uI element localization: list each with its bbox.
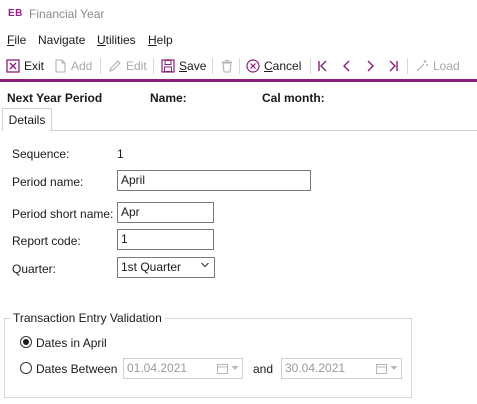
cancel-icon <box>246 59 260 73</box>
sequence-value: 1 <box>117 147 124 161</box>
quarter-label: Quarter: <box>12 262 57 276</box>
last-record-icon <box>389 60 398 72</box>
calendar-icon <box>376 364 387 374</box>
date-from-field[interactable]: 01.04.2021 <box>123 358 243 379</box>
dates-between-label: Dates Between <box>36 362 118 376</box>
period-short-name-label: Period short name: <box>12 207 114 221</box>
next-record-button[interactable] <box>363 57 377 75</box>
quarter-select[interactable]: 1st Quarter <box>117 257 215 278</box>
trash-icon <box>222 59 232 73</box>
chevron-down-icon <box>390 366 398 370</box>
and-label: and <box>253 362 274 376</box>
last-record-button[interactable] <box>386 57 400 75</box>
quarter-select-value: 1st Quarter <box>121 260 182 274</box>
tab-underline <box>50 130 477 131</box>
edit-button[interactable]: Edit <box>108 57 147 75</box>
dates-between-radio[interactable] <box>20 362 32 374</box>
edit-label: Edit <box>126 59 147 73</box>
period-heading: Next Year Period <box>7 91 103 105</box>
report-code-label: Report code: <box>12 234 81 248</box>
chevron-right-icon <box>367 60 374 72</box>
toolbar-separator <box>407 58 408 74</box>
exit-label: Exit <box>24 59 45 73</box>
load-button[interactable]: Load <box>415 57 460 75</box>
toolbar-separator <box>212 58 213 74</box>
first-record-button[interactable] <box>316 57 330 75</box>
dates-in-month-label: Dates in April <box>36 336 107 350</box>
menu-navigate[interactable]: Navigate <box>38 33 85 47</box>
chevron-down-icon <box>231 366 239 370</box>
exit-button[interactable]: Exit <box>6 57 44 75</box>
pencil-icon <box>109 60 121 72</box>
save-icon <box>161 59 175 73</box>
first-record-icon <box>318 60 327 72</box>
save-button[interactable]: Save <box>161 57 206 75</box>
menu-file[interactable]: File <box>7 33 26 47</box>
accent-divider <box>0 79 477 82</box>
period-short-name-field[interactable]: Apr <box>117 202 214 223</box>
name-heading: Name: <box>150 91 187 105</box>
menu-utilities[interactable]: Utilities <box>97 33 136 47</box>
date-to-field[interactable]: 30.04.2021 <box>281 358 402 379</box>
calendar-icon <box>217 364 228 374</box>
add-label: Add <box>71 59 93 73</box>
cal-month-heading: Cal month: <box>262 91 325 105</box>
load-label: Load <box>433 59 460 73</box>
group-title: Transaction Entry Validation <box>10 311 165 325</box>
delete-button[interactable] <box>220 57 234 75</box>
add-button[interactable]: Add <box>53 57 92 75</box>
sequence-label: Sequence: <box>12 147 70 161</box>
date-from-value: 01.04.2021 <box>127 361 188 375</box>
dates-in-month-radio[interactable] <box>20 336 32 348</box>
chevron-left-icon <box>343 60 350 72</box>
toolbar-separator <box>239 58 240 74</box>
period-name-field[interactable]: April <box>117 170 311 191</box>
toolbar-separator <box>100 58 101 74</box>
date-to-value: 30.04.2021 <box>285 361 346 375</box>
save-label: Save <box>179 59 207 73</box>
tab-details[interactable]: Details <box>2 108 52 131</box>
magic-wand-icon <box>416 60 428 72</box>
cancel-label: Cancel <box>264 59 302 73</box>
previous-record-button[interactable] <box>340 57 354 75</box>
add-document-icon <box>55 59 66 73</box>
chevron-down-icon <box>201 262 209 268</box>
toolbar-separator <box>153 58 154 74</box>
app-badge: EB <box>8 8 23 19</box>
cancel-button[interactable]: Cancel <box>246 57 301 75</box>
toolbar-separator <box>310 58 311 74</box>
period-name-label: Period name: <box>12 175 84 189</box>
window-title: Financial Year <box>29 7 105 21</box>
menu-help[interactable]: Help <box>148 33 173 47</box>
exit-icon <box>6 59 20 73</box>
report-code-field[interactable]: 1 <box>117 229 214 250</box>
